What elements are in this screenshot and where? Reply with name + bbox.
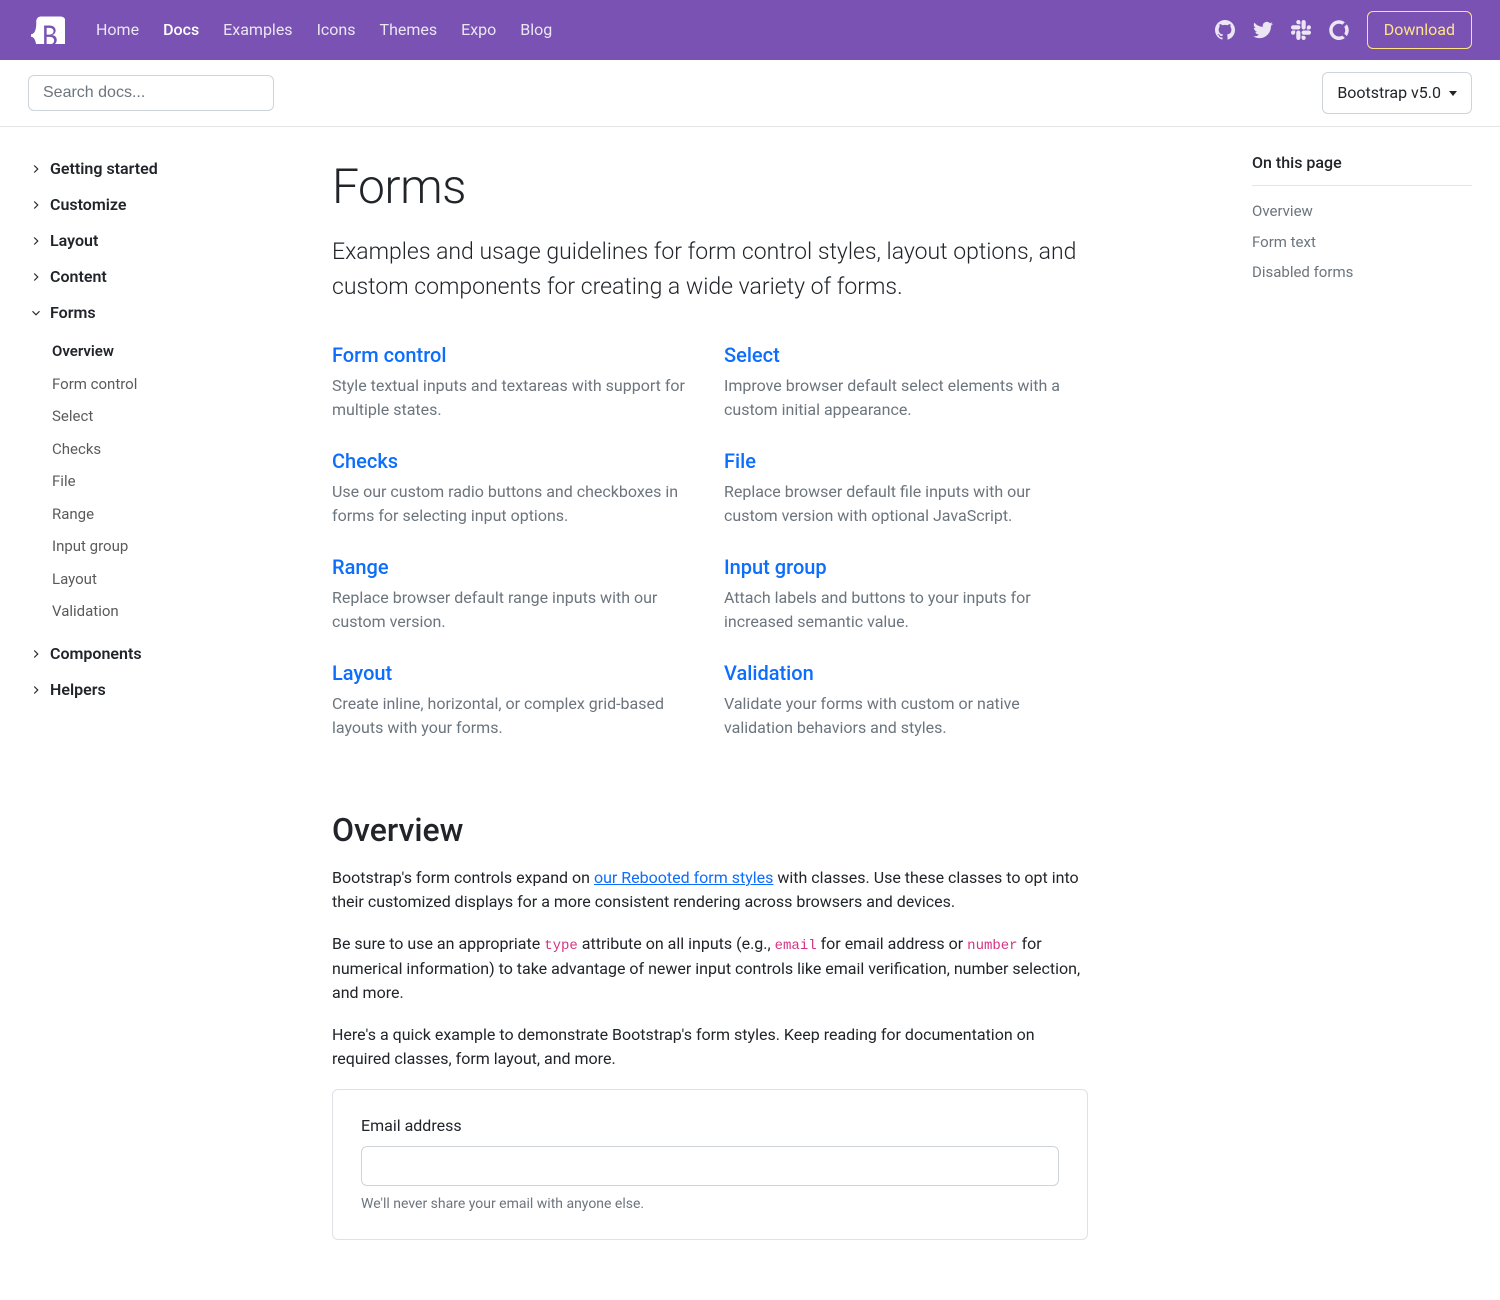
nav-link-icons[interactable]: Icons (305, 12, 368, 47)
nav-right: Download (1215, 11, 1472, 49)
github-icon[interactable] (1215, 20, 1235, 40)
sidebar-item-layout[interactable]: Layout (52, 563, 308, 596)
subbar: Bootstrap v5.0 (0, 60, 1500, 127)
code-number: number (967, 938, 1017, 954)
card-link[interactable]: Input group (724, 555, 827, 579)
card-file: File Replace browser default file inputs … (724, 446, 1088, 546)
toc-item-disabled-forms[interactable]: Disabled forms (1252, 257, 1472, 288)
example-box: Email address We'll never share your ema… (332, 1089, 1088, 1240)
sidebar-item-form-control[interactable]: Form control (52, 368, 308, 401)
sidebar-sublist: OverviewForm controlSelectChecksFileRang… (28, 331, 308, 636)
nav-link-themes[interactable]: Themes (368, 12, 450, 47)
nav-link-blog[interactable]: Blog (508, 12, 564, 47)
card-layout: Layout Create inline, horizontal, or comp… (332, 658, 696, 758)
toc-list: OverviewForm textDisabled forms (1252, 196, 1472, 288)
card-validation: Validation Validate your forms with custo… (724, 658, 1088, 758)
card-desc: Attach labels and buttons to your inputs… (724, 586, 1088, 634)
card-grid: Form control Style textual inputs and tex… (332, 340, 1088, 758)
card-desc: Create inline, horizontal, or complex gr… (332, 692, 696, 740)
sidebar-section-layout[interactable]: Layout (28, 223, 308, 259)
email-hint: We'll never share your email with anyone… (361, 1194, 1059, 1215)
card-link[interactable]: Layout (332, 661, 392, 685)
toc: On this page OverviewForm textDisabled f… (1252, 127, 1472, 1300)
code-type: type (544, 938, 578, 954)
page-lead: Examples and usage guidelines for form c… (332, 235, 1088, 304)
sidebar-section-content[interactable]: Content (28, 259, 308, 295)
card-link[interactable]: File (724, 449, 756, 473)
card-desc: Validate your forms with custom or nativ… (724, 692, 1088, 740)
chevron-right-icon (28, 233, 44, 249)
sidebar-item-input-group[interactable]: Input group (52, 530, 308, 563)
search-input[interactable] (28, 75, 274, 111)
card-desc: Replace browser default file inputs with… (724, 480, 1088, 528)
nav-link-examples[interactable]: Examples (211, 12, 304, 47)
nav-link-home[interactable]: Home (84, 12, 151, 47)
card-input-group: Input group Attach labels and buttons to … (724, 552, 1088, 652)
nav-link-expo[interactable]: Expo (449, 12, 508, 47)
code-email: email (775, 938, 817, 954)
sidebar: Getting startedCustomizeLayoutContentFor… (28, 127, 308, 1300)
card-link[interactable]: Range (332, 555, 389, 579)
download-button[interactable]: Download (1367, 11, 1472, 49)
sidebar-item-file[interactable]: File (52, 465, 308, 498)
main-content: Forms Examples and usage guidelines for … (308, 127, 1128, 1300)
card-range: Range Replace browser default range input… (332, 552, 696, 652)
card-desc: Replace browser default range inputs wit… (332, 586, 696, 634)
chevron-right-icon (28, 646, 44, 662)
nav-link-docs[interactable]: Docs (151, 12, 211, 47)
overview-heading: Overview (332, 806, 1088, 854)
nav-left: HomeDocsExamplesIconsThemesExpoBlog (28, 10, 564, 50)
sidebar-section-customize[interactable]: Customize (28, 187, 308, 223)
email-label: Email address (361, 1114, 1059, 1138)
sidebar-section-getting-started[interactable]: Getting started (28, 151, 308, 187)
overview-p3: Here's a quick example to demonstrate Bo… (332, 1023, 1088, 1071)
sidebar-item-select[interactable]: Select (52, 400, 308, 433)
card-desc: Improve browser default select elements … (724, 374, 1088, 422)
twitter-icon[interactable] (1253, 20, 1273, 40)
card-link[interactable]: Form control (332, 343, 446, 367)
version-label: Bootstrap v5.0 (1337, 81, 1441, 105)
sidebar-section-components[interactable]: Components (28, 636, 308, 672)
sidebar-section-helpers[interactable]: Helpers (28, 672, 308, 708)
caret-down-icon (1449, 91, 1457, 96)
chevron-right-icon (28, 269, 44, 285)
overview-p1: Bootstrap's form controls expand on our … (332, 866, 1088, 914)
chevron-right-icon (28, 197, 44, 213)
overview-p2: Be sure to use an appropriate type attri… (332, 932, 1088, 1005)
sidebar-item-checks[interactable]: Checks (52, 433, 308, 466)
card-link[interactable]: Checks (332, 449, 398, 473)
email-field[interactable] (361, 1146, 1059, 1186)
chevron-down-icon (28, 305, 44, 321)
toc-item-form-text[interactable]: Form text (1252, 227, 1472, 258)
sidebar-section-forms[interactable]: Forms (28, 295, 308, 331)
card-desc: Style textual inputs and textareas with … (332, 374, 696, 422)
chevron-right-icon (28, 682, 44, 698)
sidebar-item-range[interactable]: Range (52, 498, 308, 531)
card-checks: Checks Use our custom radio buttons and c… (332, 446, 696, 546)
opencollective-icon[interactable] (1329, 20, 1349, 40)
slack-icon[interactable] (1291, 20, 1311, 40)
chevron-right-icon (28, 161, 44, 177)
card-link[interactable]: Validation (724, 661, 814, 685)
toc-heading: On this page (1252, 151, 1472, 186)
toc-item-overview[interactable]: Overview (1252, 196, 1472, 227)
sidebar-item-overview[interactable]: Overview (52, 335, 308, 368)
bootstrap-logo[interactable] (28, 10, 68, 50)
card-desc: Use our custom radio buttons and checkbo… (332, 480, 696, 528)
card-link[interactable]: Select (724, 343, 780, 367)
version-select[interactable]: Bootstrap v5.0 (1322, 72, 1472, 114)
card-select: Select Improve browser default select ele… (724, 340, 1088, 440)
rebooted-link[interactable]: our Rebooted form styles (594, 868, 773, 887)
nav-links: HomeDocsExamplesIconsThemesExpoBlog (84, 18, 564, 42)
sidebar-item-validation[interactable]: Validation (52, 595, 308, 628)
navbar: HomeDocsExamplesIconsThemesExpoBlog Down… (0, 0, 1500, 60)
card-form-control: Form control Style textual inputs and tex… (332, 340, 696, 440)
page-title: Forms (332, 151, 1088, 223)
